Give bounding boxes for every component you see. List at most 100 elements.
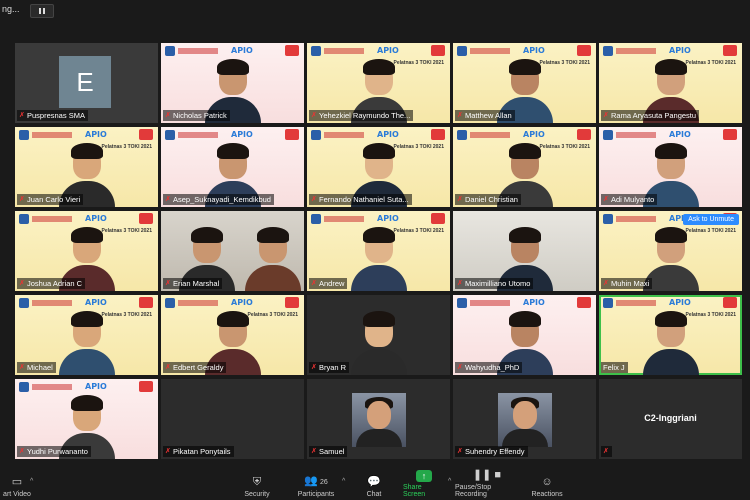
participant-tile[interactable]: Suhendry Effendy [453, 379, 596, 459]
participant-tile[interactable]: APIOPelatnas 3 TOKI 2021Ask to UnmuteMuh… [599, 211, 742, 291]
recording-label: Pause/Stop Recording [455, 484, 492, 498]
participant-name: Asep_Suknayadi_Kemdikbud [173, 195, 271, 204]
event-logo [603, 298, 663, 308]
chat-label: Chat [366, 491, 382, 498]
participant-tile[interactable]: E Puspresnas SMA [15, 43, 158, 123]
toki-badge-icon [577, 45, 591, 56]
pause-stop-icon: ❚❚ ■ [472, 469, 502, 481]
pause-icon[interactable] [30, 4, 54, 18]
muted-mic-icon [311, 448, 317, 455]
participant-tile[interactable]: Bryan R [307, 295, 450, 375]
participant-name-label: Pikatan Ponytails [163, 446, 234, 457]
profile-photo [351, 393, 406, 447]
participant-tile[interactable]: APIOPelatnas 3 TOKI 2021Joshua Adrian C [15, 211, 158, 291]
event-logo [311, 214, 371, 224]
event-logo [311, 46, 371, 56]
participant-video [243, 227, 303, 291]
participant-name-label: Suhendry Effendy [455, 446, 528, 457]
meeting-top-bar: ng... [0, 0, 750, 22]
muted-mic-icon [311, 196, 317, 203]
participant-tile[interactable]: Pikatan Ponytails [161, 379, 304, 459]
participant-tile[interactable]: C2-Inggriani [599, 379, 742, 459]
participant-tile[interactable]: APIOPelatnas 3 TOKI 2021Yehezkiel Raymun… [307, 43, 450, 123]
muted-mic-icon [19, 112, 25, 119]
reactions-button[interactable]: ☺ Reactions [531, 470, 562, 498]
event-logo [19, 214, 79, 224]
apio-logo: APIO [85, 214, 107, 223]
participant-name: Wahyudha_PhD [465, 363, 520, 372]
participant-name-label: Nicholas Patrick [163, 110, 230, 121]
event-logo [19, 130, 79, 140]
muted-mic-icon [457, 280, 463, 287]
participant-tile[interactable]: APIOPelatnas 3 TOKI 2021Edbert Geraldy [161, 295, 304, 375]
muted-mic-icon [165, 280, 171, 287]
participants-options-caret-icon[interactable]: ^ [342, 478, 345, 485]
participant-name-label: Daniel Christian [455, 194, 521, 205]
meeting-toolbar: ▭ art Video ^ ⛨ Security 👥 26 Participant… [0, 468, 750, 500]
participant-tile[interactable]: APIO Adi Mulyanto [599, 127, 742, 207]
participant-name-label: Edbert Geraldy [163, 362, 227, 373]
participant-name-label: Erian Marshal [163, 278, 223, 289]
apio-logo: APIO [523, 46, 545, 55]
apio-logo: APIO [377, 46, 399, 55]
participant-name-label: Bryan R [309, 362, 350, 373]
muted-mic-icon [19, 448, 25, 455]
muted-mic-icon [311, 112, 317, 119]
apio-logo: APIO [85, 298, 107, 307]
participant-name-label: Fernando Nathaniel Suta... [309, 194, 412, 205]
participant-tile[interactable]: APIOPelatnas 3 TOKI 2021Rama Aryasuta Pa… [599, 43, 742, 123]
muted-mic-icon [165, 112, 171, 119]
participant-tile[interactable]: Samuel [307, 379, 450, 459]
toki-badge-icon [723, 297, 737, 308]
participant-tile[interactable]: APIOPelatnas 3 TOKI 2021Matthew Allan [453, 43, 596, 123]
participant-name: Yudhi Purwananto [27, 447, 88, 456]
toki-badge-icon [723, 45, 737, 56]
toki-badge-icon [285, 297, 299, 308]
ask-to-unmute-button[interactable]: Ask to Unmute [683, 214, 739, 225]
participant-name-label: Adi Mulyanto [601, 194, 658, 205]
participant-tile[interactable]: APIOPelatnas 3 TOKI 2021Daniel Christian [453, 127, 596, 207]
apio-logo: APIO [377, 214, 399, 223]
participant-tile[interactable]: APIO Wahyudha_PhD [453, 295, 596, 375]
video-camera-icon: ▭ [11, 476, 23, 488]
participant-video [349, 227, 409, 291]
share-screen-button[interactable]: ↑ Share Screen [403, 470, 445, 498]
participant-tile[interactable]: Erian Marshal [161, 211, 304, 291]
participant-name: Adi Mulyanto [611, 195, 655, 204]
chat-button[interactable]: 💬 Chat [364, 470, 384, 498]
participant-tile[interactable]: APIO Nicholas Patrick [161, 43, 304, 123]
share-options-caret-icon[interactable]: ^ [448, 478, 451, 485]
avatar: E [59, 56, 111, 108]
participant-name-label: Wahyudha_PhD [455, 362, 523, 373]
participant-tile[interactable]: APIO Asep_Suknayadi_Kemdikbud [161, 127, 304, 207]
participants-button[interactable]: 👥 26 Participants [296, 470, 336, 498]
participant-tile[interactable]: APIO Pelatnas 3 TOKI 2021 Felix J [599, 295, 742, 375]
participant-tile[interactable]: Maximilliano Utomo [453, 211, 596, 291]
event-logo [19, 298, 79, 308]
toki-badge-icon [285, 45, 299, 56]
gallery-grid: EPuspresnas SMAAPIONicholas PatrickAPIOP… [15, 43, 742, 459]
start-video-button[interactable]: ▭ art Video [2, 470, 32, 498]
participant-tile[interactable]: APIO Yudhi Purwananto [15, 379, 158, 459]
share-screen-icon: ↑ [416, 470, 432, 482]
video-options-caret-icon[interactable]: ^ [30, 478, 33, 485]
participant-tile[interactable]: APIOPelatnas 3 TOKI 2021Andrew [307, 211, 450, 291]
muted-mic-icon [457, 112, 463, 119]
participant-tile[interactable]: APIOPelatnas 3 TOKI 2021Michael [15, 295, 158, 375]
toki-badge-icon [139, 297, 153, 308]
participant-name-label: Andrew [309, 278, 348, 289]
muted-mic-icon [457, 364, 463, 371]
muted-mic-icon [165, 448, 171, 455]
security-button[interactable]: ⛨ Security [240, 470, 274, 498]
participant-tile[interactable]: APIOPelatnas 3 TOKI 2021Fernando Nathani… [307, 127, 450, 207]
participant-name-label: Yehezkiel Raymundo The... [309, 110, 414, 121]
participants-icon: 👥 26 [304, 475, 328, 487]
toki-badge-icon [139, 129, 153, 140]
pause-stop-recording-button[interactable]: ❚❚ ■ Pause/Stop Recording [455, 469, 519, 498]
participant-tile[interactable]: APIOPelatnas 3 TOKI 2021Juan Carlo Vieri [15, 127, 158, 207]
apio-logo: APIO [231, 298, 253, 307]
participant-name-label: Samuel [309, 446, 348, 457]
muted-mic-icon [457, 196, 463, 203]
participant-name: Puspresnas SMA [27, 111, 85, 120]
muted-mic-icon [165, 196, 171, 203]
